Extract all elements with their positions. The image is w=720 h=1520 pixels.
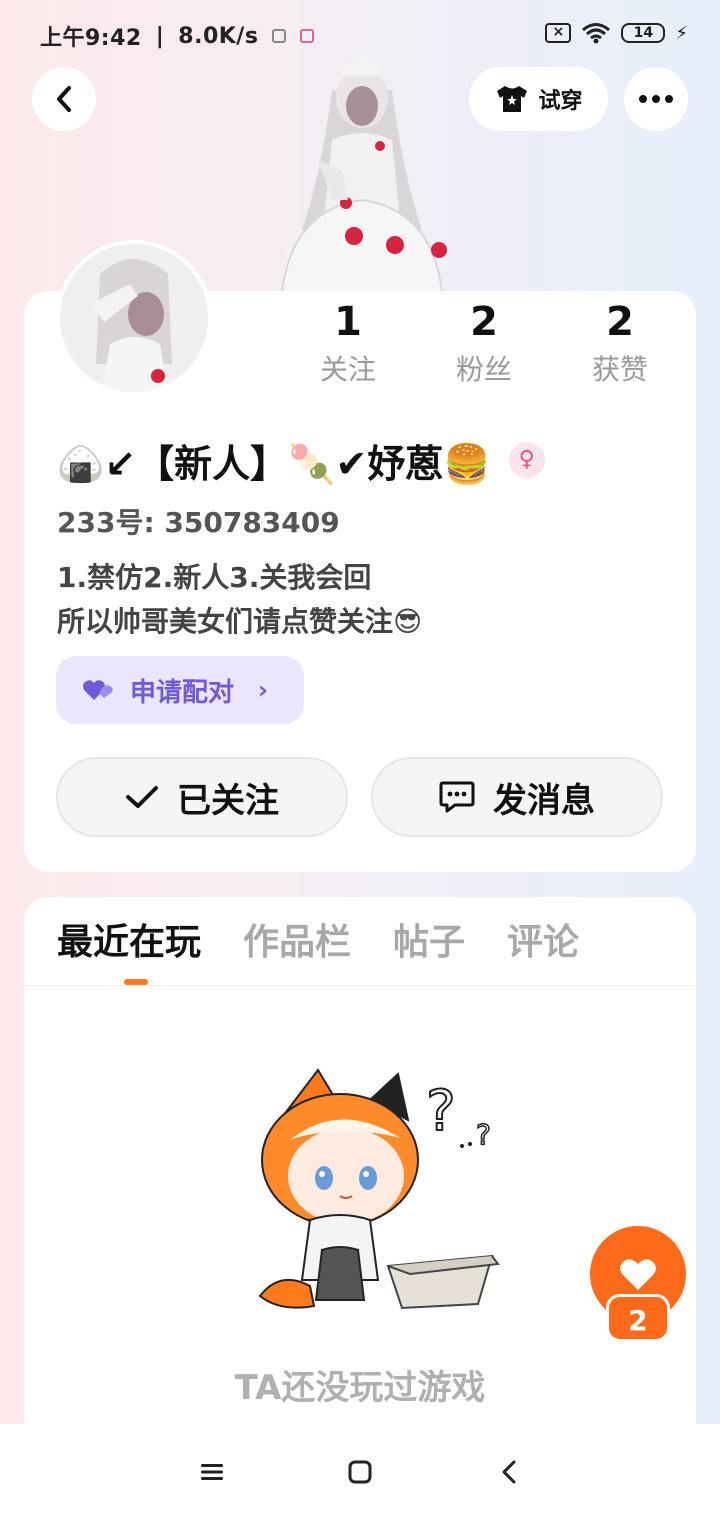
send-message-label: 发消息 <box>493 780 595 821</box>
stat-followers-value: 2 <box>470 299 498 345</box>
battery-icon: 14 <box>621 23 666 43</box>
tab-recently-played[interactable]: 最近在玩 <box>57 917 201 969</box>
avatar-3d-figure <box>280 56 447 292</box>
tab-works[interactable]: 作品栏 <box>243 917 351 969</box>
svg-text:?: ? <box>426 1079 456 1144</box>
tab-posts[interactable]: 帖子 <box>393 917 465 969</box>
system-navigation-bar <box>0 1424 720 1520</box>
menu-icon[interactable] <box>198 1458 226 1486</box>
female-gender-icon: ♀ <box>508 442 545 478</box>
double-heart-icon <box>83 680 113 700</box>
back-button[interactable] <box>32 67 96 131</box>
charging-icon: ⚡ <box>675 22 688 44</box>
try-on-button[interactable]: 试穿 <box>469 67 608 131</box>
checkmark-icon <box>126 786 158 808</box>
status-bar-right: × 14 ⚡ <box>545 22 688 44</box>
like-count-badge: 2 <box>606 1294 670 1342</box>
send-message-button[interactable]: 发消息 <box>371 757 663 837</box>
back-nav-icon[interactable] <box>496 1458 524 1486</box>
stat-likes[interactable]: 2 获赞 <box>560 296 680 390</box>
followed-label: 已关注 <box>177 780 279 821</box>
svg-text:?: ? <box>476 1118 491 1151</box>
stat-following[interactable]: 1 关注 <box>288 296 408 390</box>
avatar-image <box>60 244 208 392</box>
status-network-speed: 8.0K/s <box>178 23 259 49</box>
stat-likes-value: 2 <box>606 299 634 345</box>
status-bar-left: 上午9:42 | 8.0K/s <box>40 20 315 52</box>
chat-bubble-icon <box>439 781 475 813</box>
try-on-label: 试穿 <box>538 89 583 114</box>
bio-line: 1.禁仿2.新人3.关我会回 <box>57 561 372 594</box>
no-sim-icon: × <box>545 23 572 43</box>
name-row: 🍙↙【新人】🍡✔妤蒽🍔 ♀ <box>57 432 545 488</box>
status-time: 上午9:42 <box>40 26 142 51</box>
avatar[interactable] <box>56 240 212 396</box>
stat-likes-label: 获赞 <box>591 353 648 386</box>
heart-icon <box>620 1259 656 1290</box>
chevron-right-icon: › <box>258 676 268 704</box>
home-icon[interactable] <box>346 1458 374 1486</box>
profile-tabs: 最近在玩 作品栏 帖子 评论 <box>57 917 579 969</box>
request-pair-button[interactable]: 申请配对 › <box>56 656 304 724</box>
stat-followers[interactable]: 2 粉丝 <box>424 296 544 390</box>
request-pair-label: 申请配对 <box>130 677 235 708</box>
notification-icon <box>272 29 287 43</box>
ellipsis-icon <box>639 95 673 103</box>
more-options-button[interactable] <box>624 67 688 131</box>
stat-following-label: 关注 <box>319 353 376 386</box>
profile-bio: 1.禁仿2.新人3.关我会回 所以帅哥美女们请点赞关注😎 <box>57 556 422 644</box>
empty-state-text: TA还没玩过游戏 <box>234 1368 486 1408</box>
stat-following-value: 1 <box>334 299 362 345</box>
wifi-icon <box>582 23 611 44</box>
stat-followers-label: 粉丝 <box>455 353 512 386</box>
chevron-left-icon <box>57 86 71 112</box>
bio-line: 所以帅哥美女们请点赞关注😎 <box>57 605 423 638</box>
user-id[interactable]: 233号: 350783409 <box>57 501 340 541</box>
followed-button[interactable]: 已关注 <box>56 757 348 837</box>
shirt-icon <box>497 86 528 112</box>
tabs-divider <box>24 985 696 986</box>
empty-state-illustration: ? ? <box>258 1068 500 1310</box>
notification-icon-2 <box>300 29 315 43</box>
tab-comments[interactable]: 评论 <box>507 917 579 969</box>
profile-name: 🍙↙【新人】🍡✔妤蒽🍔 <box>57 441 491 486</box>
